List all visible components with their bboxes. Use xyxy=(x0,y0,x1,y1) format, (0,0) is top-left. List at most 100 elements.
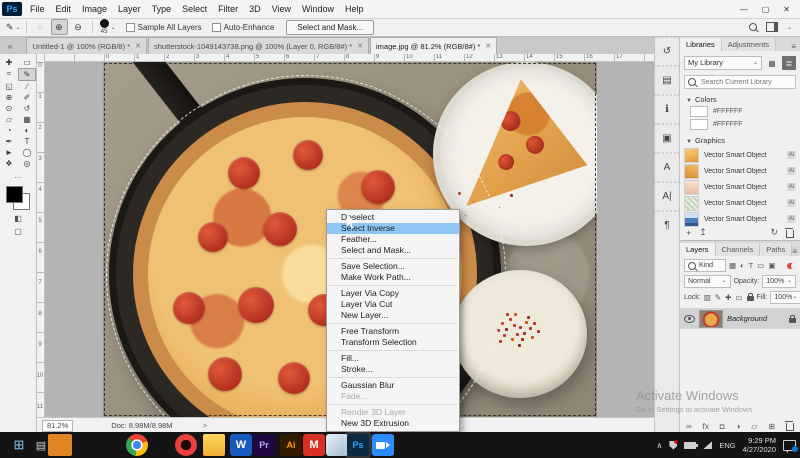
panel-tab[interactable]: Libraries xyxy=(680,38,722,51)
dock-panel-icon[interactable]: ↺ xyxy=(655,36,679,65)
menu-item[interactable]: File xyxy=(30,4,45,14)
network-icon[interactable] xyxy=(703,441,712,449)
context-menu-item[interactable]: Select Inverse xyxy=(327,223,459,234)
tool-button[interactable]: ✒ xyxy=(0,136,18,147)
menu-item[interactable]: Edit xyxy=(56,4,72,14)
grid-view-button[interactable]: ▦ xyxy=(765,56,779,70)
graphic-item[interactable]: Vector Smart Object Ai xyxy=(684,211,796,227)
tool-button[interactable]: ≈ xyxy=(0,68,18,79)
lock-option-icon[interactable]: ✚ xyxy=(725,293,731,302)
tool-button[interactable]: ◎ xyxy=(18,158,36,169)
menu-item[interactable]: Filter xyxy=(218,4,238,14)
taskbar-app[interactable] xyxy=(326,434,348,456)
dock-panel-icon[interactable]: ▤ xyxy=(655,65,679,94)
context-menu-item[interactable]: Transform Selection xyxy=(327,337,459,348)
workspace-icon[interactable] xyxy=(766,22,778,32)
selection-mode-button[interactable]: ⊖ xyxy=(70,19,87,35)
colors-section-header[interactable]: ▼Colors xyxy=(686,95,800,104)
context-menu-item[interactable]: Render 3D Layer xyxy=(327,407,459,418)
search-icon[interactable] xyxy=(749,23,757,31)
graphic-item[interactable]: Vector Smart Object Ai xyxy=(684,179,796,195)
lock-option-icon[interactable] xyxy=(747,296,754,301)
panel-tab[interactable]: Paths xyxy=(760,243,792,256)
taskbar-app[interactable] xyxy=(126,434,148,456)
tool-button[interactable]: ► xyxy=(0,147,18,158)
tool-button[interactable]: ↺ xyxy=(18,103,36,114)
filter-toggle[interactable] xyxy=(787,263,796,269)
window-control-button[interactable]: — xyxy=(740,5,748,14)
layers-footer-icon[interactable]: ◑ xyxy=(736,422,741,431)
document-tab[interactable]: shutterstock-1049143738.png @ 100% (Laye… xyxy=(148,37,369,54)
tool-button[interactable]: ✎ xyxy=(18,68,36,81)
tool-button[interactable]: ∕ xyxy=(18,81,36,92)
taskbar-app[interactable]: Ps xyxy=(347,434,369,456)
graphics-section-header[interactable]: ▼Graphics xyxy=(686,136,800,145)
close-icon[interactable]: ✕ xyxy=(135,42,141,50)
brush-size-picker[interactable]: 45 xyxy=(100,19,109,35)
context-menu-item[interactable]: New 3D Extrusion xyxy=(327,418,459,429)
context-menu-item[interactable]: Select and Mask... xyxy=(327,245,459,256)
taskbar-app[interactable]: Ai xyxy=(280,434,302,456)
layer-row-background[interactable]: Background xyxy=(680,308,800,329)
panel-menu-icon[interactable]: ≡ xyxy=(791,42,796,51)
layer-filter-icon[interactable]: ▭ xyxy=(757,261,764,270)
menu-item[interactable]: View xyxy=(272,4,291,14)
dock-panel-icon[interactable]: ▣ xyxy=(655,123,679,152)
tool-button[interactable]: ◔ xyxy=(0,125,18,136)
list-view-button[interactable]: ≣ xyxy=(782,56,796,70)
layers-footer-icon[interactable]: ∞ xyxy=(686,422,692,431)
graphic-item[interactable]: Vector Smart Object Ai xyxy=(684,147,796,163)
lock-option-icon[interactable]: ▭ xyxy=(735,293,742,302)
document-tab[interactable]: image.jpg @ 81.2% (RGB/8#) * ✕ xyxy=(370,37,497,54)
lock-option-icon[interactable]: ▨ xyxy=(704,293,711,302)
color-swatch-row[interactable]: #FFFFFF xyxy=(690,106,800,117)
menu-item[interactable]: Image xyxy=(82,4,107,14)
taskbar-app[interactable]: Pr xyxy=(253,434,275,456)
layer-filter-icon[interactable]: T xyxy=(749,261,754,270)
language-indicator[interactable]: ENG xyxy=(719,441,735,450)
toolbar-collapse-icon[interactable]: « xyxy=(8,42,12,51)
close-icon[interactable]: ✕ xyxy=(357,42,363,50)
menu-item[interactable]: Help xyxy=(345,4,364,14)
window-control-button[interactable]: ▢ xyxy=(762,5,770,14)
select-and-mask-button[interactable]: Select and Mask... xyxy=(286,20,374,35)
tool-button[interactable]: ✐ xyxy=(18,92,36,103)
tool-button[interactable]: ◯ xyxy=(18,147,36,158)
zoom-level-field[interactable]: 81.2% xyxy=(42,420,73,432)
layers-footer-icon[interactable]: fx xyxy=(703,422,709,431)
tool-button[interactable]: ⊙ xyxy=(0,103,18,114)
layers-footer-icon[interactable]: ▱ xyxy=(751,422,757,431)
context-menu-item[interactable]: Deselect xyxy=(327,212,459,223)
menu-item[interactable]: Layer xyxy=(118,4,141,14)
context-menu-item[interactable]: Make Work Path... xyxy=(327,272,459,283)
tool-button[interactable]: ▦ xyxy=(18,114,36,125)
library-footer-icon[interactable]: + xyxy=(686,228,691,238)
layer-filter-icon[interactable]: ▦ xyxy=(729,261,736,270)
foreground-color-swatch[interactable] xyxy=(6,186,23,203)
window-control-button[interactable]: ✕ xyxy=(783,5,790,14)
context-menu-item[interactable]: Save Selection... xyxy=(327,261,459,272)
opacity-field[interactable]: 100% ⌄ xyxy=(762,275,796,288)
context-menu-item[interactable]: Free Transform xyxy=(327,326,459,337)
panel-tab[interactable]: Channels xyxy=(716,243,761,256)
color-swatch-row[interactable]: #FFFFFF xyxy=(690,119,800,130)
tool-button[interactable]: ⊕ xyxy=(0,92,18,103)
taskbar-app[interactable] xyxy=(48,434,72,456)
library-dropdown[interactable]: My Library ⌄ xyxy=(684,56,762,70)
panel-tab[interactable]: Adjustments xyxy=(722,38,776,51)
menu-item[interactable]: Window xyxy=(302,4,334,14)
tool-preset-picker[interactable]: ✎ ⌄ xyxy=(6,22,21,33)
tool-button[interactable]: T xyxy=(18,136,36,147)
library-footer-icon[interactable] xyxy=(786,230,794,238)
tool-button[interactable]: ▱ xyxy=(0,114,18,125)
layer-filter-icon[interactable]: ▣ xyxy=(768,261,775,270)
tool-button[interactable]: ❖ xyxy=(0,158,18,169)
library-search-input[interactable] xyxy=(699,78,789,87)
taskbar-app[interactable] xyxy=(203,434,225,456)
tool-button[interactable]: ✚ xyxy=(0,57,18,68)
document-tab[interactable]: Untitled-1 @ 100% (RGB/8) * ✕ xyxy=(26,37,147,54)
dock-panel-icon[interactable]: ¶ xyxy=(655,210,679,239)
edit-toolbar-icon[interactable]: … xyxy=(0,171,36,180)
context-menu-item[interactable]: Layer Via Copy xyxy=(327,288,459,299)
graphic-item[interactable]: Vector Smart Object Ai xyxy=(684,195,796,211)
